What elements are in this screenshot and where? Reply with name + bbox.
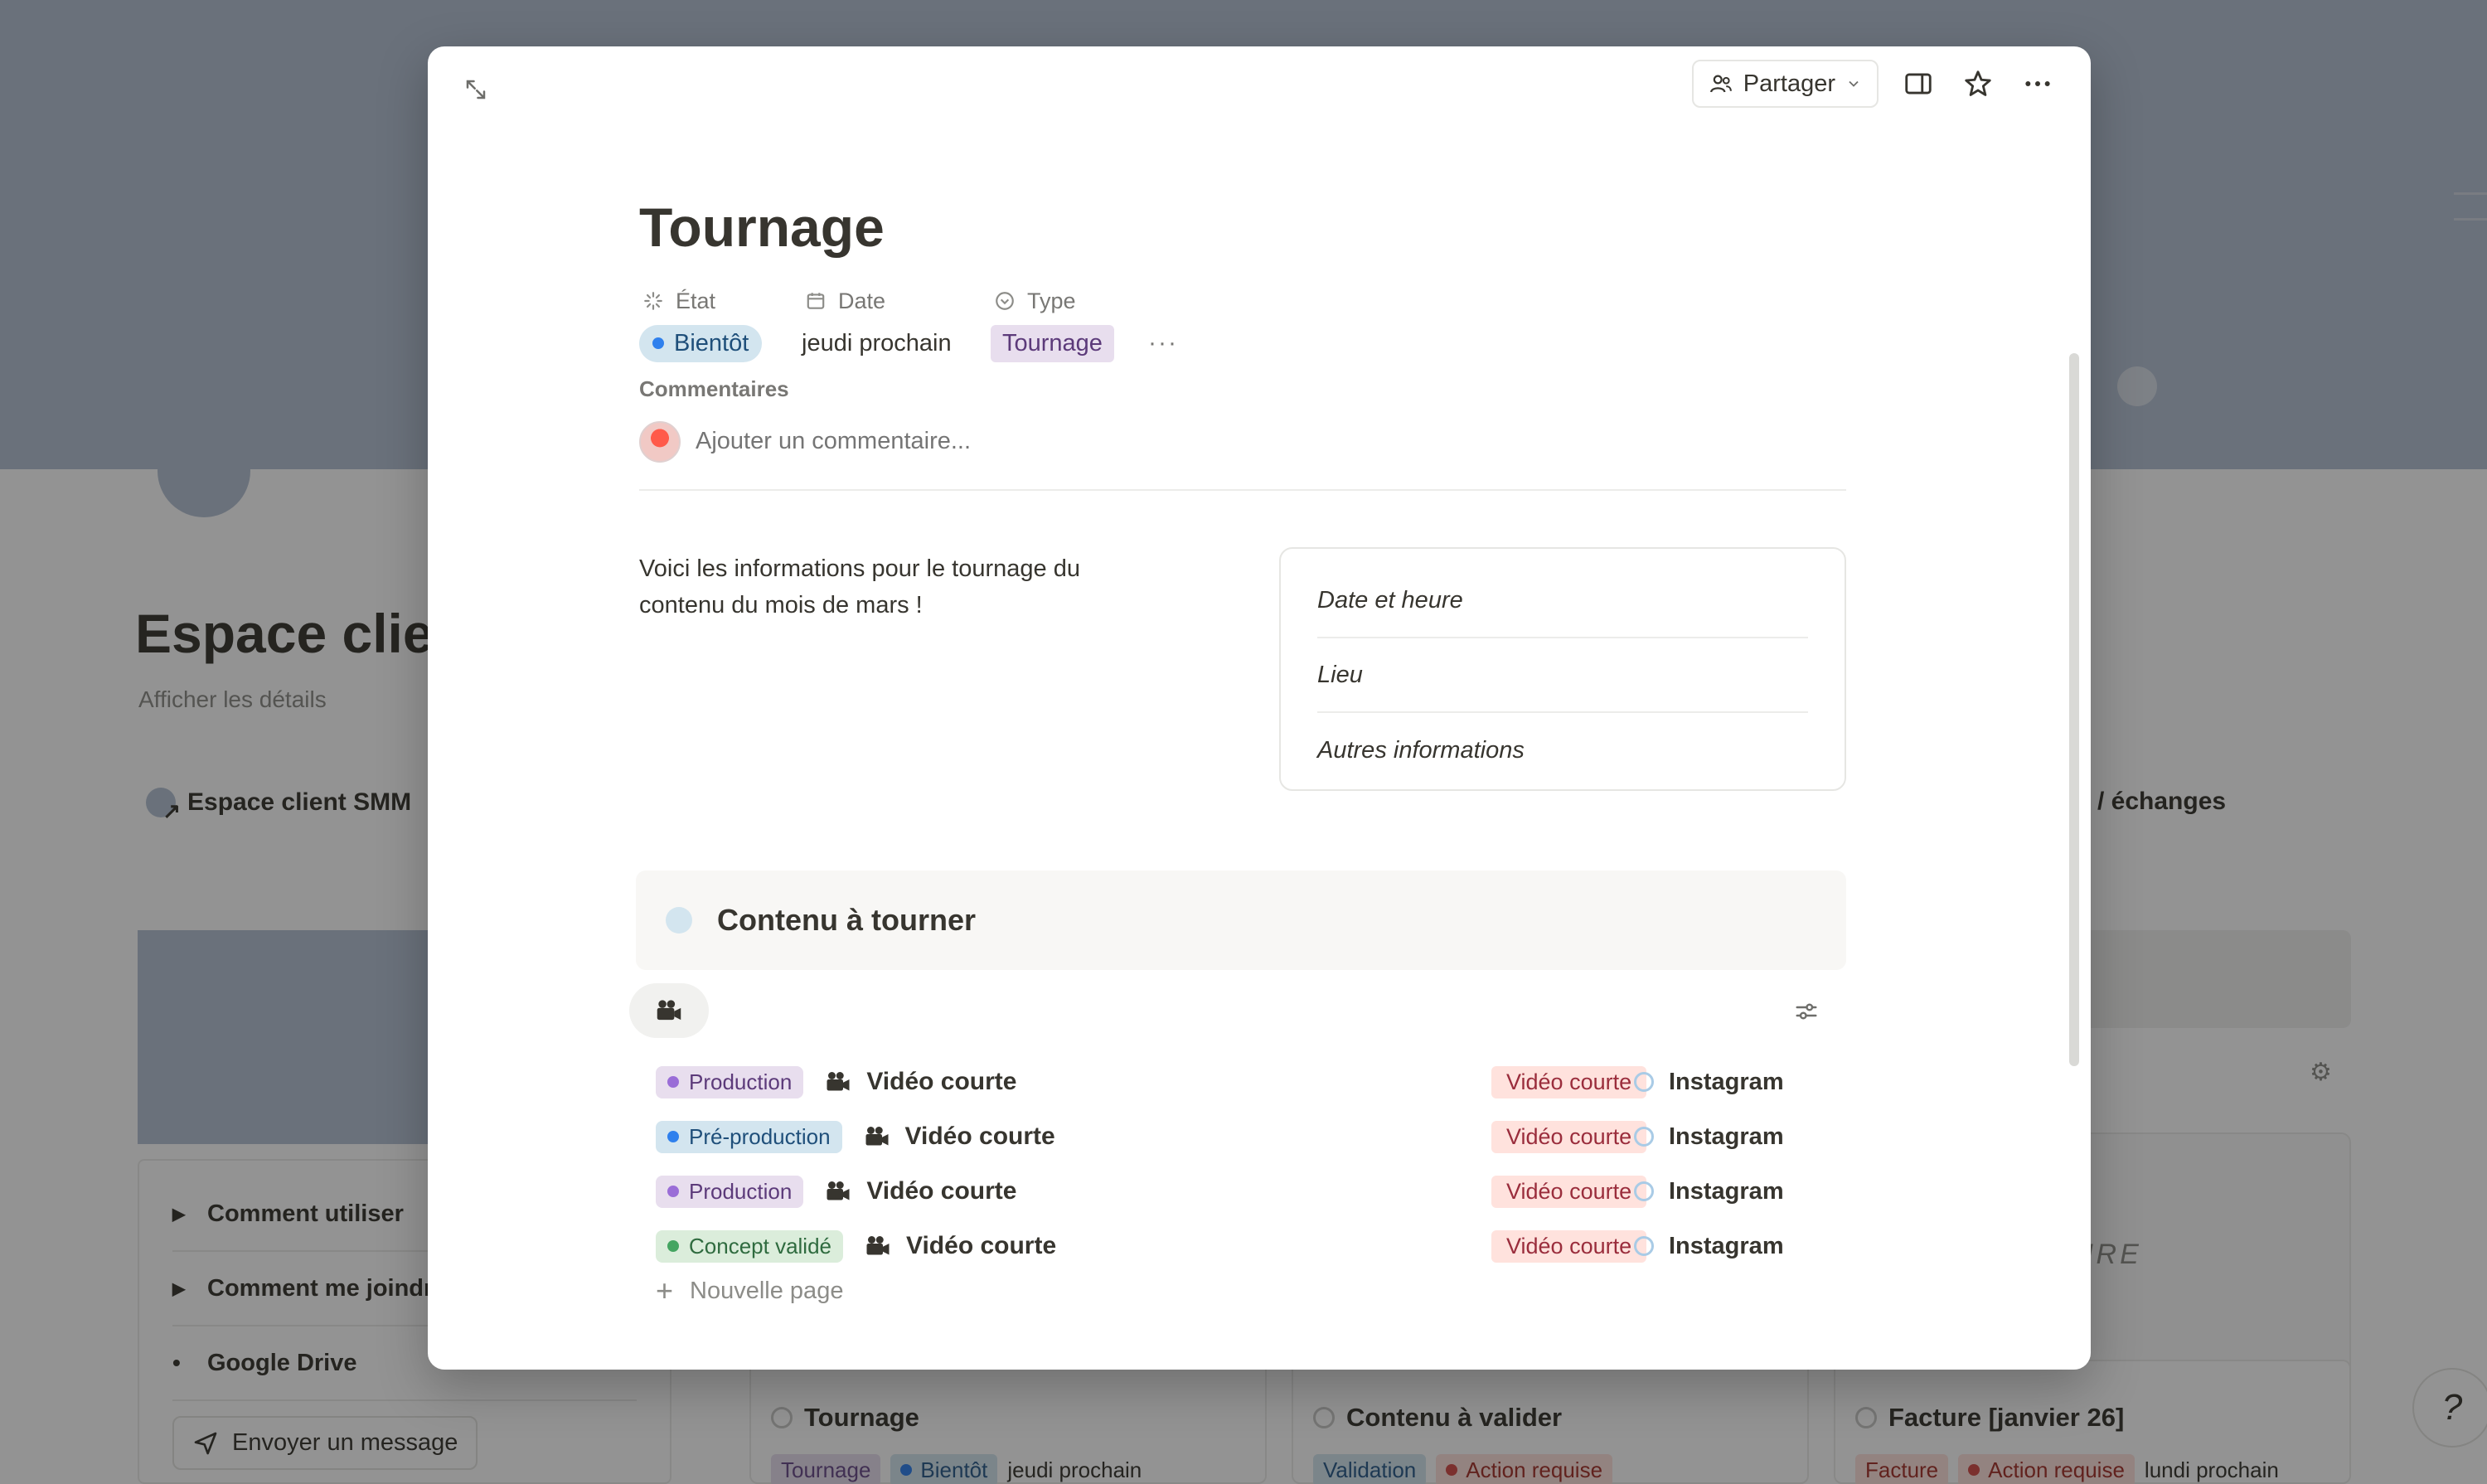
table-row[interactable]: Pré-production Vidéo courte Vidéo courte… [656,1109,1833,1164]
property-label: État [639,282,802,320]
more-properties-icon[interactable]: ··· [1148,320,1198,366]
row-title[interactable]: Vidéo courte [905,1123,1055,1151]
property-date[interactable]: Date jeudi prochain [802,282,991,366]
avatar [639,421,681,463]
share-button[interactable]: Partager [1691,60,1879,108]
property-type[interactable]: Type Tournage [991,282,1148,366]
row-title[interactable]: Vidéo courte [906,1232,1056,1260]
plus-icon: + [656,1273,674,1307]
movie-camera-icon [822,1065,855,1098]
callout-icon [666,907,692,934]
movie-camera-icon [657,1000,681,1021]
row-title[interactable]: Vidéo courte [866,1177,1016,1205]
table-row[interactable]: Concept validé Vidéo courte Vidéo courte… [656,1219,1833,1273]
callout-header[interactable]: Contenu à tourner [636,871,1846,970]
property-label-text: État [676,288,716,313]
database-list: Production Vidéo courte Vidéo courte Ins… [656,1055,1833,1273]
intro-text[interactable]: Voici les informations pour le tournage … [639,550,1186,623]
row-title[interactable]: Vidéo courte [866,1068,1016,1096]
database-view-tab[interactable] [629,983,709,1038]
select-icon [996,292,1014,310]
view-settings-icon[interactable] [1790,995,1823,1028]
properties-row: État Bientôt Date jeudi prochain Type To… [639,282,1198,366]
comment-input[interactable] [696,421,1442,455]
property-value[interactable]: Tournage [991,320,1148,366]
side-peek-icon[interactable] [1898,60,1938,108]
row-platform-label: Instagram [1669,1177,1784,1205]
row-type-tag[interactable]: Vidéo courte [1491,1065,1647,1098]
info-row-autres[interactable]: Autres informations [1317,713,1808,788]
row-status[interactable]: Concept validé [656,1229,843,1263]
type-tag[interactable]: Tournage [991,324,1114,362]
modal-toolbar: Partager [1691,60,2058,108]
row-platform-label: Instagram [1669,1232,1784,1259]
more-properties[interactable]: ··· [1148,282,1198,366]
intro-line: contenu du mois de mars ! [639,592,923,618]
row-platform[interactable]: Instagram [1634,1069,1784,1096]
row-type-tag[interactable]: Vidéo courte [1491,1229,1647,1263]
info-row-lieu[interactable]: Lieu [1317,638,1808,713]
row-platform[interactable]: Instagram [1634,1233,1784,1260]
property-label: Type [991,282,1148,320]
favorite-star-icon[interactable] [1958,60,1998,108]
row-platform-label: Instagram [1669,1068,1784,1095]
table-row[interactable]: Production Vidéo courte Vidéo courte Ins… [656,1164,1833,1219]
modal-scrollbar[interactable] [2069,353,2079,1066]
status-ring-icon [1634,1127,1654,1147]
property-label-text: Type [1027,288,1076,313]
row-status[interactable]: Pré-production [656,1120,842,1153]
intro-line: Voici les informations pour le tournage … [639,555,1080,582]
expand-icon[interactable] [456,70,496,109]
info-box: Date et heure Lieu Autres informations [1279,547,1846,791]
callout-title: Contenu à tourner [717,903,976,937]
more-options-icon[interactable] [2018,60,2058,108]
movie-camera-icon [861,1229,894,1263]
status-ring-icon [1634,1181,1654,1201]
status-spinner-icon [644,292,662,310]
property-etat[interactable]: État Bientôt [639,282,802,366]
calendar-icon [807,293,825,309]
row-type-tag[interactable]: Vidéo courte [1491,1120,1647,1153]
movie-camera-icon [861,1120,894,1153]
status-pill[interactable]: Bientôt [639,324,763,362]
info-row-date-heure[interactable]: Date et heure [1317,564,1808,638]
table-row[interactable]: Production Vidéo courte Vidéo courte Ins… [656,1055,1833,1109]
comments-label: Commentaires [639,376,789,401]
property-label: Date [802,282,991,320]
new-page-label: Nouvelle page [690,1277,844,1304]
comment-row [639,421,1846,491]
people-icon [1709,75,1732,93]
page-title[interactable]: Tournage [639,196,885,259]
row-type-tag[interactable]: Vidéo courte [1491,1175,1647,1208]
page-peek-modal: Partager Tournage État Bientôt Date jeud… [428,46,2091,1370]
row-platform-label: Instagram [1669,1123,1784,1150]
property-label-text: Date [838,288,886,313]
chevron-down-icon [1849,80,1859,87]
status-ring-icon [1634,1072,1654,1092]
row-status[interactable]: Production [656,1175,804,1208]
movie-camera-icon [822,1175,855,1208]
new-page-button[interactable]: + Nouvelle page [656,1273,843,1308]
row-status[interactable]: Production [656,1065,804,1098]
share-label: Partager [1743,70,1835,97]
row-platform[interactable]: Instagram [1634,1123,1784,1151]
property-value[interactable]: Bientôt [639,320,802,366]
status-ring-icon [1634,1236,1654,1256]
property-value[interactable]: jeudi prochain [802,320,991,366]
row-platform[interactable]: Instagram [1634,1178,1784,1205]
